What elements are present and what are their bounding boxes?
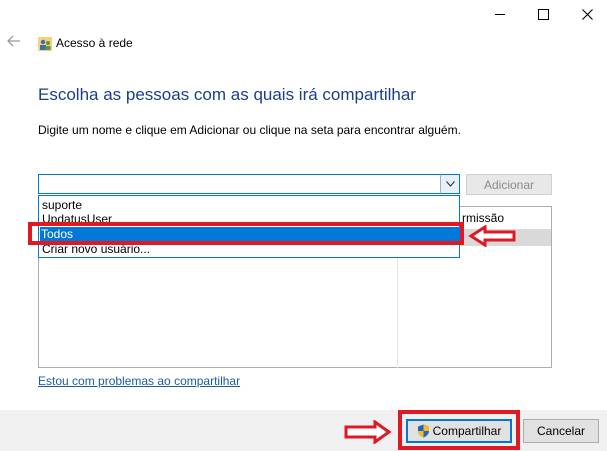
dropdown-item[interactable]: suporte xyxy=(41,198,82,213)
window-title: Acesso à rede xyxy=(56,36,133,50)
name-input[interactable] xyxy=(38,174,460,194)
name-dropdown-button[interactable] xyxy=(440,174,460,194)
maximize-button[interactable] xyxy=(520,0,566,28)
cancel-button[interactable]: Cancelar xyxy=(523,419,599,443)
maximize-icon xyxy=(537,8,549,20)
share-button[interactable]: Compartilhar xyxy=(406,419,512,443)
annotation-highlight-box xyxy=(28,222,464,245)
page-heading: Escolha as pessoas com as quais irá comp… xyxy=(38,85,416,104)
back-arrow-icon[interactable] xyxy=(7,34,21,52)
minimize-icon xyxy=(495,13,505,15)
close-icon xyxy=(581,8,593,20)
add-button[interactable]: Adicionar xyxy=(466,174,552,195)
chevron-down-icon xyxy=(445,181,455,187)
network-users-icon xyxy=(38,37,52,51)
troubleshoot-link[interactable]: Estou com problemas ao compartilhar xyxy=(38,374,240,388)
annotation-arrow-right-icon xyxy=(344,420,392,444)
shield-icon xyxy=(417,424,429,438)
share-button-label: Compartilhar xyxy=(432,424,502,438)
instruction-text: Digite um nome e clique em Adicionar ou … xyxy=(38,123,461,137)
close-button[interactable] xyxy=(564,0,607,28)
annotation-arrow-left-icon xyxy=(468,225,516,247)
minimize-button[interactable] xyxy=(477,0,523,28)
